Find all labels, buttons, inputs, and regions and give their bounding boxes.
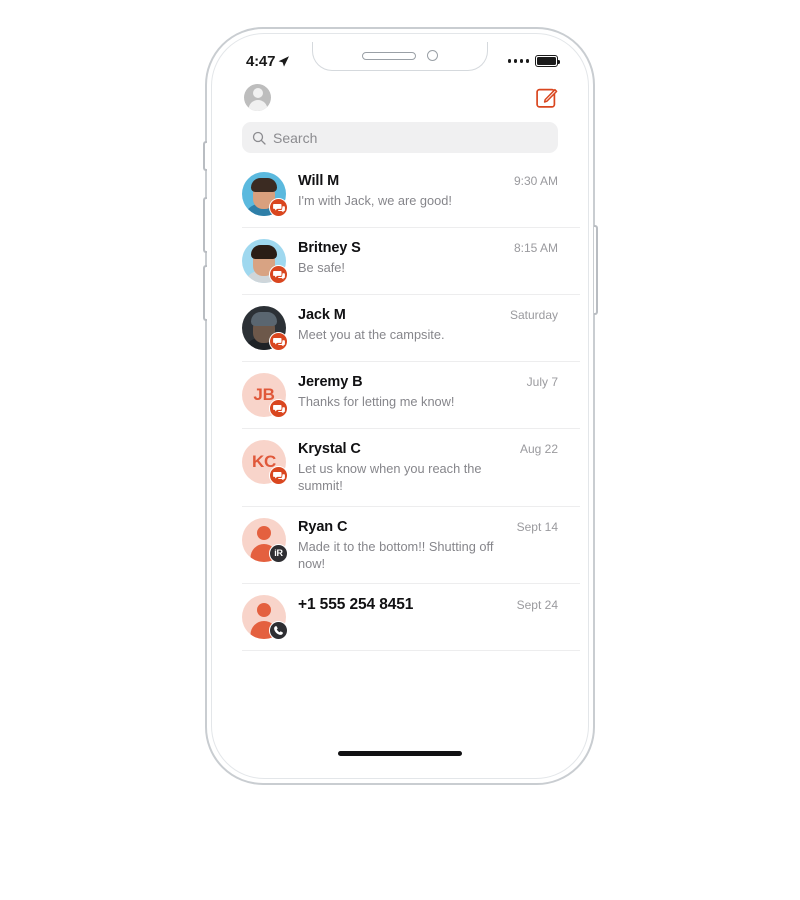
- conversation-row[interactable]: JB Jeremy B July 7 Thanks for letting me kn…: [242, 362, 580, 429]
- location-arrow-icon: [278, 55, 290, 67]
- compose-pencil-icon: [536, 88, 558, 108]
- contact-name: Jeremy B: [298, 374, 363, 390]
- chat-bubble-icon: [272, 270, 285, 279]
- signal-dots-icon: [507, 59, 529, 63]
- conversation-text: Ryan C Sept 14 Made it to the bottom!! Shu…: [298, 518, 558, 573]
- contact-name: Krystal C: [298, 441, 361, 457]
- conversation-row[interactable]: iR Ryan C Sept 14 Made it to the bottom!! S…: [242, 507, 580, 585]
- home-indicator-bar[interactable]: [338, 751, 462, 756]
- contact-name: Britney S: [298, 240, 361, 256]
- profile-avatar[interactable]: [244, 83, 271, 111]
- conversation-list[interactable]: Will M 9:30 AM I'm with Jack, we are good!…: [220, 161, 580, 652]
- conversation-text: Will M 9:30 AM I'm with Jack, we are good!: [298, 172, 558, 209]
- avatar-status-badge: [269, 332, 288, 351]
- avatar: [242, 595, 288, 641]
- conversation-row[interactable]: +1 555 254 8451 Sept 24: [242, 584, 580, 652]
- message-preview: Made it to the bottom!! Shutting off now…: [298, 538, 494, 571]
- message-timestamp: July 7: [526, 375, 558, 389]
- avatar-status-badge: [269, 265, 288, 284]
- message-timestamp: Aug 22: [519, 442, 558, 456]
- app-header: [220, 74, 580, 116]
- search-input[interactable]: Search: [242, 122, 558, 153]
- phone-device-frame: 4:47 Search Will M 9:30 AM I'm with Jack…: [202, 27, 598, 785]
- contact-name: +1 555 254 8451: [298, 596, 414, 614]
- phone-handset-icon: [274, 626, 283, 635]
- contact-name: Ryan C: [298, 518, 348, 535]
- conversation-row[interactable]: Britney S 8:15 AM Be safe!: [242, 228, 580, 295]
- message-preview: Thanks for letting me know!: [298, 394, 455, 409]
- avatar: iR: [242, 517, 288, 563]
- message-preview: Let us know when you reach the summit!: [298, 461, 482, 494]
- conversation-row[interactable]: KC Krystal C Aug 22 Let us know when you re…: [242, 429, 580, 507]
- phone-screen: 4:47 Search Will M 9:30 AM I'm with Jack…: [220, 42, 580, 770]
- avatar: [242, 306, 288, 351]
- avatar: [242, 239, 288, 284]
- volume-up-button[interactable]: [202, 197, 207, 253]
- message-timestamp: Saturday: [509, 308, 558, 322]
- conversation-text: Jack M Saturday Meet you at the campsite.: [298, 306, 558, 343]
- message-timestamp: 9:30 AM: [513, 174, 558, 188]
- chat-bubble-icon: [272, 203, 285, 212]
- contact-name: Jack M: [298, 307, 346, 323]
- conversation-text: +1 555 254 8451 Sept 24: [298, 595, 558, 614]
- compose-message-button[interactable]: [536, 86, 558, 108]
- status-bar: 4:47: [220, 42, 580, 74]
- avatar: JB: [242, 373, 288, 418]
- message-timestamp: Sept 24: [516, 598, 558, 613]
- ir-label-icon: iR: [274, 547, 283, 558]
- conversation-text: Jeremy B July 7 Thanks for letting me know…: [298, 373, 558, 410]
- search-placeholder-text: Search: [273, 129, 318, 146]
- conversation-text: Krystal C Aug 22 Let us know when you reac…: [298, 440, 558, 495]
- message-preview: Be safe!: [298, 260, 345, 275]
- message-timestamp: 8:15 AM: [513, 241, 558, 255]
- message-timestamp: Sept 14: [516, 519, 558, 534]
- avatar-status-badge: [269, 399, 288, 418]
- avatar-status-badge: iR: [269, 543, 288, 563]
- chat-bubble-icon: [272, 471, 285, 480]
- message-preview: I'm with Jack, we are good!: [298, 193, 452, 208]
- avatar-status-badge: [269, 198, 288, 217]
- avatar-status-badge: [269, 466, 288, 485]
- avatar-status-badge: [269, 621, 288, 641]
- screenshot-canvas: 4:47 Search Will M 9:30 AM I'm with Jack…: [0, 0, 800, 900]
- battery-full-icon: [535, 55, 561, 67]
- contact-name: Will M: [298, 173, 340, 189]
- conversation-text: Britney S 8:15 AM Be safe!: [298, 239, 558, 276]
- search-icon: [252, 131, 266, 145]
- avatar: [242, 172, 288, 217]
- conversation-row[interactable]: Will M 9:30 AM I'm with Jack, we are good!: [242, 161, 580, 228]
- silent-switch-button[interactable]: [202, 141, 207, 171]
- avatar: KC: [242, 440, 288, 485]
- chat-bubble-icon: [272, 337, 285, 346]
- volume-down-button[interactable]: [202, 265, 207, 321]
- status-bar-left: 4:47: [246, 53, 290, 70]
- status-time-label: 4:47: [246, 52, 276, 70]
- search-area: Search: [220, 116, 580, 161]
- status-bar-right: [507, 55, 561, 67]
- message-preview: Meet you at the campsite.: [298, 327, 445, 342]
- chat-bubble-icon: [272, 404, 285, 413]
- conversation-row[interactable]: Jack M Saturday Meet you at the campsite.: [242, 295, 580, 362]
- power-button[interactable]: [593, 225, 598, 315]
